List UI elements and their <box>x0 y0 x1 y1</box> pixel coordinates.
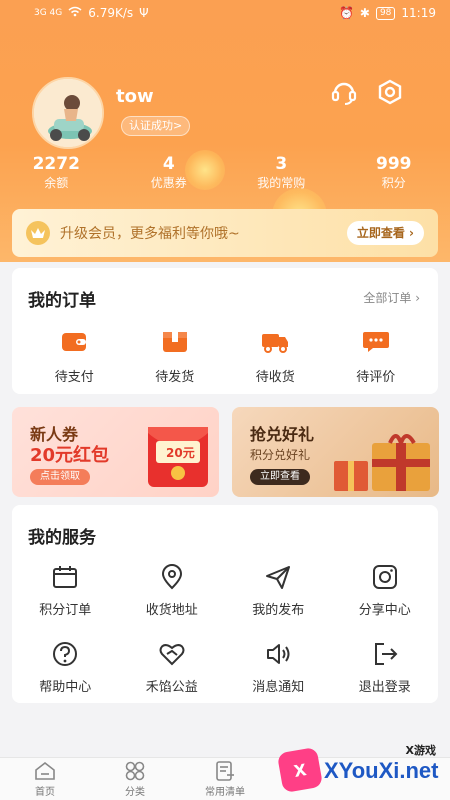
service-address[interactable]: 收货地址 <box>119 563 226 618</box>
location-icon <box>158 563 186 591</box>
service-my-posts[interactable]: 我的发布 <box>225 563 332 618</box>
status-bar: 3G 4G 6.79K/s Ψ ⏰ ✱ 98 11:19 <box>0 0 450 26</box>
battery-level: 98 <box>375 6 396 20</box>
stat-value: 999 <box>376 154 412 174</box>
alarm-icon: ⏰ <box>338 6 354 20</box>
orders-title: 我的订单 <box>28 291 96 311</box>
watermark-top-text: X游戏 <box>405 744 436 757</box>
signal-indicator: 3G 4G <box>34 8 63 18</box>
package-icon <box>160 326 190 356</box>
service-label: 我的发布 <box>252 603 305 618</box>
envelope-amount: 20元 <box>166 446 195 460</box>
bluetooth-icon: ✱ <box>359 6 370 20</box>
clock: 11:19 <box>401 6 436 20</box>
service-label: 禾馅公益 <box>145 680 198 695</box>
home-icon <box>34 761 56 781</box>
wallet-icon <box>59 326 89 356</box>
service-label: 分享中心 <box>358 603 411 618</box>
category-icon <box>124 761 146 781</box>
speaker-icon <box>264 640 292 668</box>
stat-balance[interactable]: 2272 余额 <box>6 154 106 194</box>
tab-label: 常用清单 <box>205 786 245 798</box>
stat-points[interactable]: 999 积分 <box>344 154 444 194</box>
orders-card: 我的订单 全部订单 › 待支付 待发货 待收货 待评价 <box>12 268 438 394</box>
claim-button[interactable]: 点击领取 <box>30 469 90 485</box>
truck-icon <box>260 326 290 356</box>
logout-icon <box>371 640 399 668</box>
order-item-label: 待收货 <box>255 370 295 385</box>
stat-coupons[interactable]: 4 优惠券 <box>119 154 219 194</box>
stat-value: 2272 <box>32 154 80 174</box>
list-icon <box>214 760 236 781</box>
redeem-gifts-banner[interactable]: 抢兑好礼 积分兑好礼 立即查看 <box>232 407 439 497</box>
stat-label: 优惠券 <box>150 176 187 190</box>
order-pending-review[interactable]: 待评价 <box>336 326 416 385</box>
stat-label: 积分 <box>381 176 406 190</box>
service-notifications[interactable]: 消息通知 <box>225 640 332 695</box>
order-item-label: 待评价 <box>356 370 396 385</box>
tab-label: 分类 <box>125 786 145 798</box>
service-label: 退出登录 <box>358 680 411 695</box>
calendar-icon <box>51 563 79 591</box>
service-logout[interactable]: 退出登录 <box>332 640 439 695</box>
promo-title: 抢兑好礼 <box>250 425 315 444</box>
stat-value: 4 <box>162 154 175 174</box>
promo-subtitle: 积分兑好礼 <box>250 448 311 462</box>
gift-box-icon <box>334 434 430 491</box>
services-title: 我的服务 <box>28 528 96 548</box>
order-item-label: 待发货 <box>155 370 195 385</box>
order-pending-receipt[interactable]: 待收货 <box>235 326 315 385</box>
new-user-coupon-banner[interactable]: 新人券 20元红包 点击领取 20元 <box>12 407 219 497</box>
help-icon <box>51 640 79 668</box>
service-label: 收货地址 <box>145 603 198 618</box>
avatar[interactable] <box>32 77 104 149</box>
services-card: 我的服务 积分订单 收货地址 我的发布 分享中心 帮助中心 禾馅公益 消息通知 <box>12 505 438 703</box>
service-charity[interactable]: 禾馅公益 <box>119 640 226 695</box>
wifi-icon <box>68 6 82 20</box>
tab-category[interactable]: 分类 <box>90 758 180 800</box>
vip-text: 升级会员，更多福利等你哦~ <box>60 226 240 242</box>
stat-value: 3 <box>275 154 288 174</box>
stats-row: 2272 余额 4 优惠券 3 我的常购 999 积分 <box>0 154 450 194</box>
tab-frequent-list[interactable]: 常用清单 <box>180 758 270 800</box>
comment-icon <box>361 326 391 356</box>
service-label: 积分订单 <box>39 603 92 618</box>
promo-subtitle: 20元红包 <box>30 445 110 466</box>
send-icon <box>264 563 292 591</box>
heart-icon <box>158 640 186 668</box>
service-label: 帮助中心 <box>39 680 92 695</box>
view-now-button[interactable]: 立即查看 <box>250 469 310 485</box>
watermark: X X游戏 XYouXi.net <box>276 742 450 800</box>
service-label: 消息通知 <box>252 680 305 695</box>
order-pending-payment[interactable]: 待支付 <box>34 326 114 385</box>
vip-banner[interactable]: 升级会员，更多福利等你哦~ 立即查看 › <box>12 209 438 257</box>
stat-label: 我的常购 <box>257 176 306 190</box>
vip-view-button[interactable]: 立即查看 › <box>346 221 424 245</box>
stat-label: 余额 <box>44 176 69 190</box>
username: tow <box>116 86 154 107</box>
order-item-label: 待支付 <box>54 370 94 385</box>
all-orders-link[interactable]: 全部订单 › <box>363 289 420 306</box>
order-pending-shipment[interactable]: 待发货 <box>135 326 215 385</box>
verify-badge[interactable]: 认证成功> <box>121 116 191 136</box>
customer-service-icon[interactable] <box>330 78 358 106</box>
usb-icon: Ψ <box>139 6 149 20</box>
crown-icon <box>26 221 50 245</box>
settings-icon[interactable] <box>376 78 404 106</box>
stat-frequent[interactable]: 3 我的常购 <box>231 154 331 194</box>
service-help-center[interactable]: 帮助中心 <box>12 640 119 695</box>
service-share-center[interactable]: 分享中心 <box>332 563 439 618</box>
tab-home[interactable]: 首页 <box>0 758 90 800</box>
share-icon <box>371 563 399 591</box>
watermark-brand: XYouXi.net <box>324 758 439 783</box>
tab-label: 首页 <box>35 786 55 798</box>
service-points-orders[interactable]: 积分订单 <box>12 563 119 618</box>
network-speed: 6.79K/s <box>88 6 134 20</box>
watermark-logo-icon: X <box>276 746 324 794</box>
